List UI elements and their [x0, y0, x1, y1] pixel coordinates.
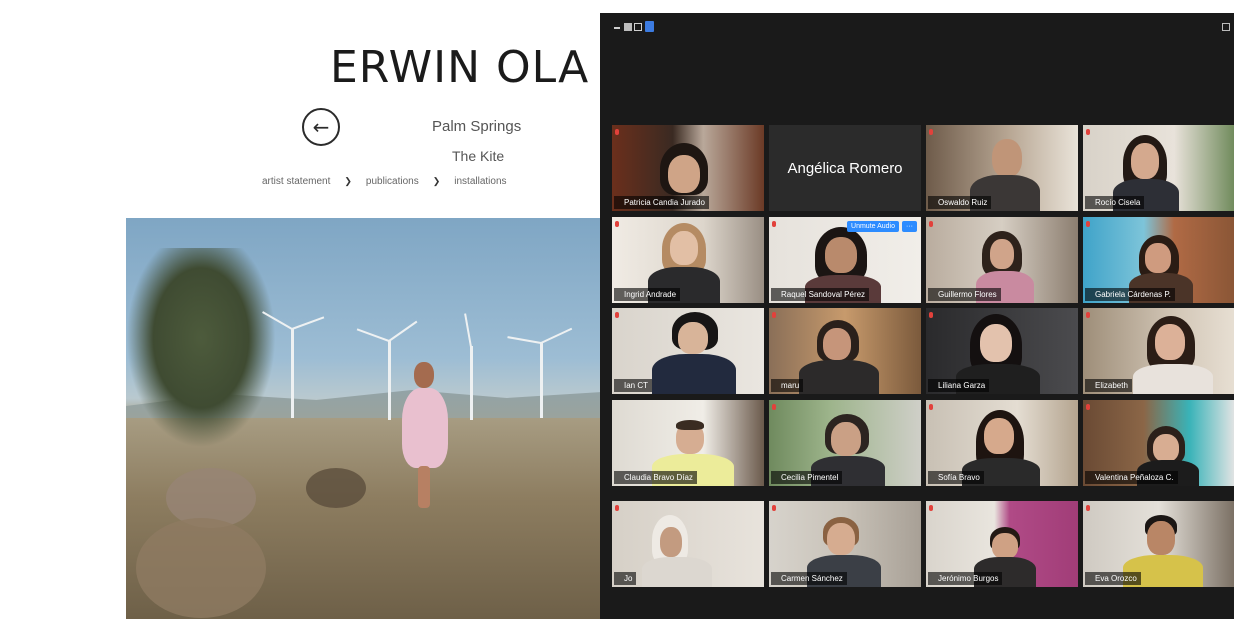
participant-name: Rocío Cisela — [1085, 196, 1145, 209]
wind-turbine — [540, 342, 543, 418]
more-options-button[interactable]: ··· — [902, 221, 917, 232]
back-button[interactable]: ← — [302, 108, 340, 146]
participant-name: Gabriela Cárdenas P. — [1085, 288, 1175, 301]
work-title: The Kite — [452, 148, 505, 164]
mic-muted-icon — [772, 505, 776, 511]
turbine-blade — [507, 336, 542, 344]
turbine-blade — [291, 316, 325, 330]
participant-name: Patricia Candia Jurado — [614, 196, 709, 209]
mic-muted-icon — [1086, 312, 1090, 318]
mic-muted-icon — [1086, 505, 1090, 511]
mic-muted-icon — [929, 404, 933, 410]
participant-tile[interactable]: Carmen Sánchez — [769, 501, 921, 587]
mic-muted-icon — [772, 312, 776, 318]
participant-tile-active-speaker[interactable]: Claudia Bravo Díaz — [612, 400, 764, 486]
figure-head — [414, 362, 434, 388]
participant-name: Ian CT — [614, 379, 653, 392]
participant-name: Jo — [614, 572, 637, 585]
location-title: Palm Springs — [432, 118, 522, 135]
participant-tile[interactable]: Liliana Garza — [926, 308, 1078, 394]
wind-turbine — [470, 346, 473, 420]
wind-turbine — [388, 340, 391, 420]
unmute-audio-button[interactable]: Unmute Audio — [847, 221, 899, 232]
participant-name: Claudia Bravo Díaz — [614, 471, 697, 484]
participant-tile[interactable]: Ian CT — [612, 308, 764, 394]
participant-tile[interactable]: Sofía Bravo — [926, 400, 1078, 486]
mic-muted-icon — [772, 404, 776, 410]
mic-muted-icon — [615, 221, 619, 227]
mic-muted-icon — [1086, 404, 1090, 410]
site-title: ERWIN OLA — [330, 42, 590, 93]
turbine-blade — [540, 327, 573, 344]
participant-tile[interactable]: Unmute Audio ··· Raquel Sandoval Pérez — [769, 217, 921, 303]
shrub — [306, 468, 366, 508]
window-toolbar — [600, 13, 1234, 39]
mic-muted-icon — [615, 312, 619, 318]
participant-name: Carmen Sánchez — [771, 572, 847, 585]
mic-muted-icon — [929, 505, 933, 511]
fullscreen-icon[interactable] — [645, 21, 654, 32]
mic-muted-icon — [929, 221, 933, 227]
participant-gallery: Patricia Candia Jurado Angélica Romero O… — [612, 125, 1234, 591]
mic-muted-icon — [772, 221, 776, 227]
gallery-view-icon[interactable] — [634, 23, 642, 31]
figure-legs — [418, 466, 430, 508]
shrub — [136, 518, 266, 618]
participant-tile[interactable]: Angélica Romero — [769, 125, 921, 211]
participant-tile[interactable]: maru — [769, 308, 921, 394]
participant-tile[interactable]: Jo — [612, 501, 764, 587]
chevron-right-icon: ❯ — [344, 176, 352, 186]
participant-name: Jerónimo Burgos — [928, 572, 1003, 585]
mic-muted-icon — [929, 129, 933, 135]
participant-name: Guillermo Flores — [928, 288, 1001, 301]
tile-hover-actions: Unmute Audio ··· — [847, 221, 917, 232]
participant-name: Sofía Bravo — [928, 471, 984, 484]
participant-name: Ingrid Andrade — [614, 288, 681, 301]
options-icon[interactable] — [1222, 23, 1230, 31]
participant-name: Raquel Sandoval Pérez — [771, 288, 870, 301]
participant-name: Elizabeth — [1085, 379, 1132, 392]
participant-name: Cecilia Pimentel — [771, 471, 843, 484]
site-nav: artist statement ❯ publications ❯ instal… — [262, 176, 507, 187]
participant-tile[interactable]: Guillermo Flores — [926, 217, 1078, 303]
woman-figure — [396, 348, 452, 508]
participant-name: maru — [771, 379, 804, 392]
turbine-blade — [464, 313, 472, 348]
participant-tile[interactable]: Elizabeth — [1083, 308, 1234, 394]
nav-link-publications[interactable]: publications — [366, 176, 419, 187]
mic-muted-icon — [1086, 129, 1090, 135]
speaker-view-icon[interactable] — [624, 23, 632, 31]
participant-name: Eva Orozco — [1085, 572, 1141, 585]
video-call-window: Patricia Candia Jurado Angélica Romero O… — [600, 13, 1234, 619]
participant-name-large: Angélica Romero — [787, 159, 903, 177]
participant-name: Liliana Garza — [928, 379, 990, 392]
figure-dress — [402, 388, 448, 468]
mic-muted-icon — [615, 129, 619, 135]
mic-muted-icon — [929, 312, 933, 318]
participant-tile[interactable]: Eva Orozco — [1083, 501, 1234, 587]
artwork-photo — [126, 218, 602, 619]
participant-name: Oswaldo Ruiz — [928, 196, 992, 209]
participant-tile[interactable]: Jerónimo Burgos — [926, 501, 1078, 587]
turbine-blade — [388, 320, 418, 342]
chevron-right-icon: ❯ — [432, 176, 441, 186]
tree — [126, 248, 276, 448]
turbine-blade — [356, 328, 390, 342]
arrow-left-circle-icon: ← — [312, 115, 330, 139]
minimize-icon[interactable] — [614, 27, 620, 29]
participant-name: Valentina Peñaloza C. — [1085, 471, 1178, 484]
nav-link-artist-statement[interactable]: artist statement — [262, 176, 330, 187]
participant-tile[interactable]: Patricia Candia Jurado — [612, 125, 764, 211]
nav-link-installations[interactable]: installations — [454, 176, 506, 187]
participant-tile[interactable]: Valentina Peñaloza C. — [1083, 400, 1234, 486]
mic-muted-icon — [1086, 221, 1090, 227]
participant-tile[interactable]: Gabriela Cárdenas P. — [1083, 217, 1234, 303]
participant-tile[interactable]: Oswaldo Ruiz — [926, 125, 1078, 211]
participant-tile[interactable]: Cecilia Pimentel — [769, 400, 921, 486]
participant-tile[interactable]: Ingrid Andrade — [612, 217, 764, 303]
wind-turbine — [291, 328, 294, 418]
participant-tile[interactable]: Rocío Cisela — [1083, 125, 1234, 211]
mic-muted-icon — [615, 505, 619, 511]
